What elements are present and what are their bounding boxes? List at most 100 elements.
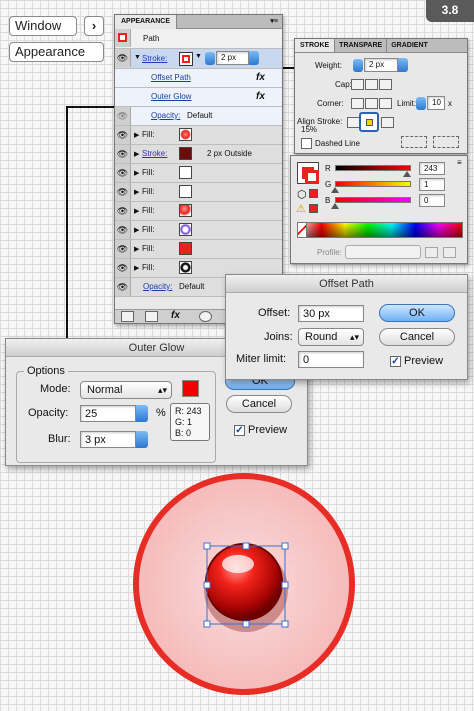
none-swatch[interactable] <box>297 222 307 238</box>
align-outside-icon[interactable] <box>381 117 394 128</box>
opacity-arrow-icon[interactable] <box>136 405 148 422</box>
offset-ok-button[interactable]: OK <box>379 304 455 322</box>
miter-limit-field[interactable]: 0 <box>298 351 364 368</box>
appearance-item-label[interactable]: Fill: <box>142 187 154 196</box>
weight-dropdown-icon[interactable] <box>398 58 408 72</box>
cube-icon[interactable]: ⬡ <box>297 188 307 201</box>
selection-handle[interactable] <box>281 542 289 550</box>
fx-icon[interactable]: fx <box>256 91 265 102</box>
expand-triangle-icon[interactable]: ▼ <box>134 54 141 61</box>
color-panel-menu-icon[interactable]: ≡ <box>457 158 462 167</box>
appearance-item-label[interactable]: Fill: <box>142 130 154 139</box>
selection-handle[interactable] <box>242 620 250 628</box>
selection-handle[interactable] <box>203 542 211 550</box>
selection-handle[interactable] <box>281 620 289 628</box>
stroke-color-swatch[interactable] <box>179 52 193 66</box>
selection-handle[interactable] <box>203 581 211 589</box>
appearance-item-row[interactable]: 👁 ▶ Fill: <box>115 126 282 145</box>
eye-icon[interactable]: 👁 <box>115 49 131 67</box>
opacity-field[interactable]: 25 <box>80 405 136 422</box>
blur-arrow-icon[interactable] <box>136 431 148 448</box>
appearance-item-swatch[interactable] <box>179 242 192 255</box>
offset-path-link[interactable]: Offset Path <box>151 73 191 82</box>
offset-cancel-button[interactable]: Cancel <box>379 328 455 346</box>
tab-transparency[interactable]: TRANSPARE <box>335 39 388 52</box>
fx-icon[interactable]: fx <box>256 72 265 83</box>
dashed-line-checkbox[interactable] <box>301 138 312 149</box>
panel-menu-icon[interactable]: ▾≡ <box>270 15 278 29</box>
tab-appearance[interactable]: APPEARANCE <box>115 15 178 29</box>
outer-glow-link[interactable]: Outer Glow <box>151 92 191 101</box>
weight-dropdown-icon[interactable] <box>249 51 259 65</box>
expand-triangle-icon[interactable]: ▶ <box>134 188 139 196</box>
cancel-button[interactable]: Cancel <box>226 395 292 413</box>
appearance-item-swatch[interactable] <box>179 147 192 160</box>
expand-triangle-icon[interactable]: ▶ <box>134 264 139 272</box>
profile-button-1[interactable] <box>425 247 438 258</box>
appearance-item-swatch[interactable] <box>179 223 192 236</box>
eye-icon[interactable]: 👁 <box>115 278 131 296</box>
appearance-item-label[interactable]: Fill: <box>142 225 154 234</box>
appearance-item-label[interactable]: Fill: <box>142 244 154 253</box>
limit-stepper[interactable] <box>416 97 426 110</box>
channel-slider[interactable] <box>335 197 411 203</box>
path-row[interactable]: Path <box>115 29 282 49</box>
weight-field[interactable]: 2 px <box>364 58 398 72</box>
weight-stepper[interactable] <box>353 59 363 72</box>
gamut-swatch[interactable] <box>309 204 318 213</box>
appearance-item-swatch[interactable] <box>179 166 192 179</box>
eye-icon[interactable]: 👁 <box>115 145 131 163</box>
stroke-proxy-swatch[interactable] <box>305 170 319 184</box>
round-join-icon[interactable] <box>365 98 378 109</box>
appearance-item-row[interactable]: 👁 ▶ Fill: <box>115 202 282 221</box>
channel-value-field[interactable]: 0 <box>419 194 445 207</box>
bevel-join-icon[interactable] <box>379 98 392 109</box>
mode-select[interactable]: Normal ▴▾ <box>80 381 172 399</box>
align-inside-icon[interactable] <box>359 112 379 132</box>
slider-thumb[interactable] <box>331 187 340 193</box>
offset-field[interactable]: 30 px <box>298 305 364 322</box>
color-spectrum[interactable] <box>297 222 463 238</box>
dropdown-arrow-icon[interactable]: ▼ <box>195 53 202 60</box>
appearance-item-label[interactable]: Fill: <box>142 168 154 177</box>
clear-appearance-icon[interactable] <box>199 311 212 322</box>
limit-field[interactable]: 10 <box>427 96 445 110</box>
appearance-item-row[interactable]: 👁 ▶ Fill: <box>115 183 282 202</box>
weight-stepper[interactable] <box>205 52 215 65</box>
new-fill-icon[interactable] <box>145 311 158 322</box>
slider-thumb[interactable] <box>331 203 339 209</box>
stroke-row[interactable]: 👁 ▼ Stroke: ▼ 2 px <box>115 49 282 69</box>
projecting-cap-icon[interactable] <box>379 79 392 90</box>
appearance-item-swatch[interactable] <box>179 204 192 217</box>
expand-triangle-icon[interactable]: ▶ <box>134 226 139 234</box>
offset-preview-checkbox[interactable]: ✓ <box>390 356 401 367</box>
round-cap-icon[interactable] <box>365 79 378 90</box>
web-safe-swatch[interactable] <box>309 189 318 198</box>
tab-stroke[interactable]: STROKE <box>295 39 336 52</box>
expand-triangle-icon[interactable]: ▶ <box>134 245 139 253</box>
expand-triangle-icon[interactable]: ▶ <box>134 169 139 177</box>
selection-handle[interactable] <box>281 581 289 589</box>
channel-slider[interactable] <box>335 165 411 171</box>
appearance-item-row[interactable]: 👁 ▶ Fill: <box>115 240 282 259</box>
selection-handle[interactable] <box>242 542 250 550</box>
butt-cap-icon[interactable] <box>351 79 364 90</box>
slider-thumb[interactable] <box>403 171 412 177</box>
opacity-row[interactable]: 👁 Opacity: Default <box>115 107 282 126</box>
eye-icon[interactable]: 👁 <box>115 164 131 182</box>
eye-icon[interactable]: 👁 <box>115 259 131 277</box>
add-effect-fx-icon[interactable]: fx <box>171 310 180 321</box>
eye-icon[interactable]: 👁 <box>115 240 131 258</box>
preview-checkbox[interactable]: ✓ <box>234 425 245 436</box>
arrowhead-end-icon[interactable] <box>433 136 459 148</box>
stroke-weight-field[interactable]: 2 px <box>216 51 249 65</box>
channel-value-field[interactable]: 243 <box>419 162 445 175</box>
joins-select[interactable]: Round ▴▾ <box>298 328 364 346</box>
appearance-item-row[interactable]: 👁 ▶ Fill: <box>115 221 282 240</box>
red-ball[interactable] <box>205 543 283 621</box>
appearance-item-row[interactable]: 👁 ▶ Fill: <box>115 164 282 183</box>
bottom-opacity-link[interactable]: Opacity: <box>143 282 172 291</box>
eye-icon[interactable]: 👁 <box>115 221 131 239</box>
channel-value-field[interactable]: 1 <box>419 178 445 191</box>
appearance-item-label[interactable]: Fill: <box>142 206 154 215</box>
